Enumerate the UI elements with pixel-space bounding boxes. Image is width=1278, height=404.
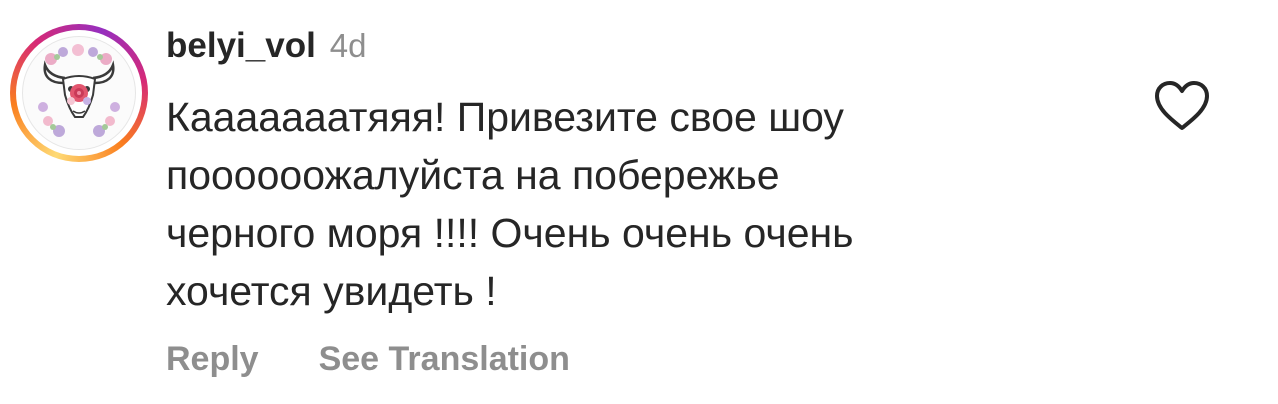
- reply-button[interactable]: Reply: [166, 340, 259, 379]
- avatar[interactable]: [22, 36, 136, 150]
- like-button[interactable]: [1152, 78, 1212, 134]
- comment-actions: Reply See Translation: [166, 334, 570, 384]
- bull-skull-with-flowers-icon: [38, 44, 120, 137]
- username[interactable]: belyi_vol: [166, 26, 316, 66]
- comment: belyi_vol 4d Кааааааатяяя! Привезите сво…: [0, 0, 1278, 404]
- avatar-story-ring[interactable]: [10, 24, 148, 162]
- comment-header: belyi_vol 4d: [166, 26, 367, 74]
- heart-outline-icon: [1155, 81, 1209, 130]
- comment-time: 4d: [329, 27, 367, 64]
- comment-text: Кааааааатяяя! Привезите свое шоу поооооо…: [166, 94, 854, 314]
- see-translation-button[interactable]: See Translation: [319, 340, 570, 379]
